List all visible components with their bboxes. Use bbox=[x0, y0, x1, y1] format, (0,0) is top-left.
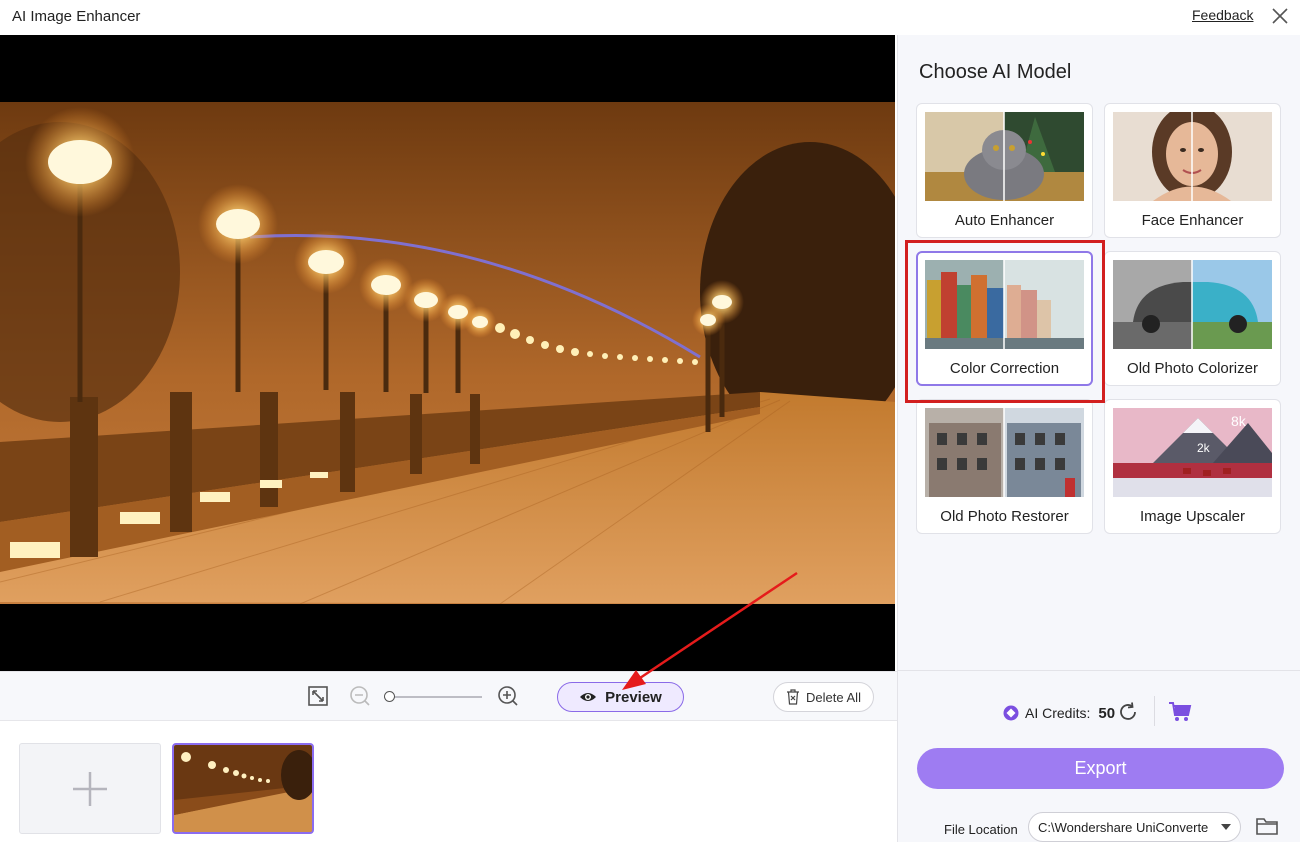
preview-button[interactable]: Preview bbox=[557, 682, 684, 712]
model-label: Image Upscaler bbox=[1139, 508, 1246, 525]
upscaler-badge-2k: 2k bbox=[1197, 441, 1211, 455]
thumbnail-strip bbox=[0, 722, 897, 842]
eye-icon bbox=[580, 693, 597, 701]
old-photo-restorer-thumbnail bbox=[925, 408, 1084, 497]
export-button[interactable]: Export bbox=[917, 748, 1284, 789]
model-label: Old Photo Restorer bbox=[940, 508, 1069, 525]
color-correction-thumbnail bbox=[925, 260, 1084, 349]
model-card-old-photo-restorer[interactable]: Old Photo Restorer bbox=[916, 399, 1093, 534]
file-location-label: File Location bbox=[944, 822, 1018, 837]
zoom-slider-track[interactable] bbox=[384, 696, 482, 698]
plus-icon bbox=[73, 772, 107, 806]
chevron-down-icon bbox=[1221, 824, 1231, 830]
preview-canvas bbox=[0, 35, 895, 671]
face-enhancer-thumbnail bbox=[1113, 112, 1272, 201]
model-label: Auto Enhancer bbox=[954, 212, 1055, 229]
add-image-button[interactable] bbox=[19, 743, 161, 834]
zoom-in-icon[interactable] bbox=[496, 684, 520, 708]
model-card-old-photo-colorizer[interactable]: Old Photo Colorizer bbox=[1104, 251, 1281, 386]
close-icon[interactable] bbox=[1268, 4, 1292, 28]
panel-title: Choose AI Model bbox=[919, 61, 1072, 83]
model-card-image-upscaler[interactable]: 8k 2k Image Upscaler bbox=[1104, 399, 1281, 534]
trash-icon bbox=[787, 689, 800, 705]
ai-credits-value: 50 bbox=[1098, 704, 1116, 722]
title-bar: AI Image Enhancer Feedback bbox=[0, 0, 1300, 35]
image-thumbnail[interactable] bbox=[172, 743, 314, 834]
model-card-color-correction[interactable]: Color Correction bbox=[916, 251, 1093, 386]
image-upscaler-thumbnail: 8k 2k bbox=[1113, 408, 1272, 497]
ai-credits-icon bbox=[1003, 705, 1019, 721]
zoom-out-icon[interactable] bbox=[348, 684, 372, 708]
refresh-icon[interactable] bbox=[1117, 701, 1139, 723]
upscaler-badge-8k: 8k bbox=[1231, 413, 1247, 429]
old-photo-colorizer-thumbnail bbox=[1113, 260, 1272, 349]
model-label: Color Correction bbox=[949, 360, 1060, 377]
preview-toolbar: Preview Delete All bbox=[0, 671, 897, 721]
delete-all-label: Delete All bbox=[806, 689, 861, 705]
thumbnail-image bbox=[174, 745, 312, 832]
model-card-face-enhancer[interactable]: Face Enhancer bbox=[1104, 103, 1281, 238]
app-title: AI Image Enhancer bbox=[12, 8, 141, 25]
folder-icon[interactable] bbox=[1255, 815, 1279, 837]
preview-label: Preview bbox=[605, 688, 662, 706]
fit-screen-icon[interactable] bbox=[306, 684, 330, 708]
divider bbox=[1154, 696, 1155, 726]
file-location-select[interactable]: C:\Wondershare UniConverte bbox=[1028, 812, 1241, 842]
zoom-slider-handle[interactable] bbox=[384, 691, 395, 702]
model-label: Old Photo Colorizer bbox=[1127, 360, 1258, 377]
panel-divider bbox=[897, 670, 1300, 671]
feedback-link[interactable]: Feedback bbox=[1192, 7, 1253, 23]
preview-image bbox=[0, 102, 895, 604]
model-label: Face Enhancer bbox=[1141, 212, 1244, 229]
file-location-value: C:\Wondershare UniConverte bbox=[1038, 820, 1209, 835]
cart-icon[interactable] bbox=[1168, 701, 1192, 723]
auto-enhancer-thumbnail bbox=[925, 112, 1084, 201]
delete-all-button[interactable]: Delete All bbox=[773, 682, 874, 712]
ai-credits: AI Credits: 50 bbox=[1003, 703, 1115, 723]
ai-credits-label: AI Credits: bbox=[1025, 705, 1091, 721]
model-card-auto-enhancer[interactable]: Auto Enhancer bbox=[916, 103, 1093, 238]
